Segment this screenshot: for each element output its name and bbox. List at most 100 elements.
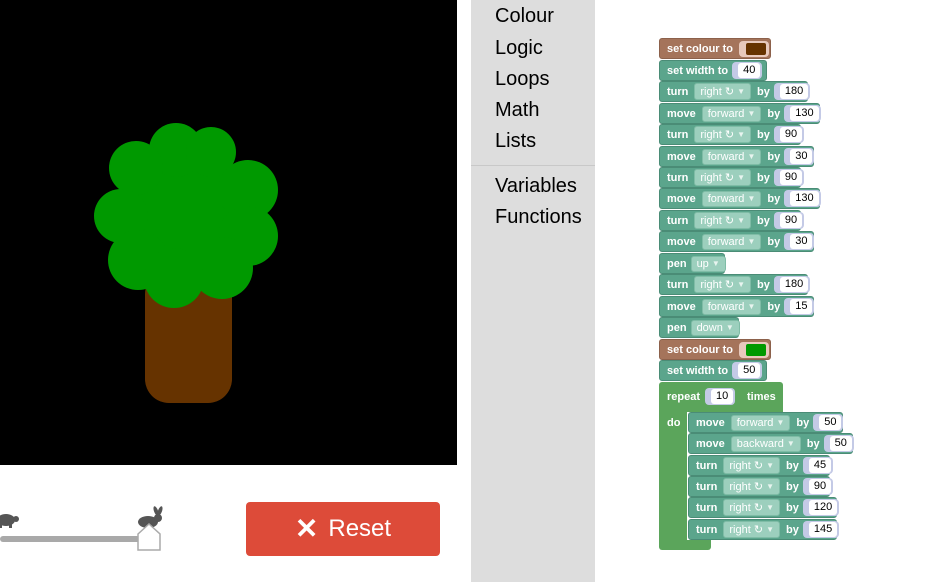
speed-slider-knob[interactable] [136,522,162,552]
turn-block[interactable]: turn right ↻ ▼ by 90 [659,210,805,231]
number-socket[interactable]: 40 [732,62,763,79]
number-field[interactable]: 145 [808,522,838,537]
number-socket[interactable]: 10 [705,388,736,405]
direction-dropdown[interactable]: right ↻ ▼ [694,83,751,100]
turn-block[interactable]: turn right ↻ ▼ by 90 [659,124,805,145]
toolbox-category-logic[interactable]: Logic [495,37,543,60]
number-field[interactable]: 50 [819,415,842,430]
turn-block[interactable]: turn right ↻ ▼ by 90 [659,167,805,188]
number-socket[interactable]: 50 [732,362,763,379]
turn-block[interactable]: turn right ↻ ▼ by 90 [688,476,834,497]
number-socket[interactable]: 50 [823,435,854,452]
toolbox: Colour Logic Loops Math Lists Variables … [471,0,595,582]
move-block[interactable]: move forward ▼ by 130 [659,188,821,209]
chevron-down-icon: ▼ [766,503,774,512]
direction-dropdown[interactable]: right ↻ ▼ [723,457,780,474]
number-field[interactable]: 180 [779,277,809,292]
move-block[interactable]: move forward ▼ by 50 [688,412,844,433]
number-socket[interactable]: 15 [784,298,815,315]
number-field[interactable]: 90 [808,479,832,494]
direction-dropdown[interactable]: right ↻ ▼ [694,212,751,229]
turn-block[interactable]: turn right ↻ ▼ by 180 [659,274,811,295]
number-field[interactable]: 30 [790,149,813,164]
pen-block[interactable]: pen down ▼ [659,317,740,338]
pen-dropdown[interactable]: up ▼ [690,255,726,272]
number-socket[interactable]: 90 [773,212,805,229]
direction-dropdown[interactable]: forward ▼ [701,190,762,207]
direction-dropdown[interactable]: right ↻ ▼ [723,521,780,538]
direction-dropdown[interactable]: right ↻ ▼ [723,478,780,495]
pen-dropdown[interactable]: down ▼ [690,319,740,336]
direction-dropdown[interactable]: forward ▼ [701,298,762,315]
colour-picker[interactable] [739,341,770,358]
direction-dropdown[interactable]: right ↻ ▼ [694,276,751,293]
number-field[interactable]: 40 [738,63,761,78]
block-keyword: by [796,416,810,429]
turn-block[interactable]: turn right ↻ ▼ by 45 [688,455,834,476]
number-socket[interactable]: 180 [773,276,811,293]
move-block[interactable]: move forward ▼ by 30 [659,231,815,252]
move-block[interactable]: move forward ▼ by 130 [659,103,821,124]
turn-block[interactable]: turn right ↻ ▼ by 145 [688,519,840,540]
move-block[interactable]: move forward ▼ by 30 [659,146,815,167]
number-field[interactable]: 30 [790,234,813,249]
toolbox-category-colour[interactable]: Colour [495,5,554,28]
number-field[interactable]: 10 [711,389,734,404]
number-field[interactable]: 15 [790,299,813,314]
speed-slider-track[interactable] [0,536,150,542]
number-field[interactable]: 50 [829,436,852,451]
set-width-block[interactable]: set width to 40 [659,60,767,81]
number-socket[interactable]: 130 [784,190,821,207]
turn-block[interactable]: turn right ↻ ▼ by 120 [688,497,840,518]
toolbox-category-math[interactable]: Math [495,99,539,122]
number-field[interactable]: 90 [779,170,803,185]
number-field[interactable]: 50 [738,363,761,378]
number-field[interactable]: 120 [808,500,838,515]
number-field[interactable]: 45 [808,458,832,473]
pen-block[interactable]: pen up ▼ [659,253,726,274]
direction-dropdown[interactable]: forward ▼ [701,105,762,122]
direction-dropdown[interactable]: right ↻ ▼ [694,169,751,186]
direction-dropdown[interactable]: forward ▼ [730,414,791,431]
direction-dropdown[interactable]: right ↻ ▼ [723,499,780,516]
toolbox-category-loops[interactable]: Loops [495,68,550,91]
move-block[interactable]: move backward ▼ by 50 [688,433,854,454]
number-socket[interactable]: 45 [802,457,834,474]
colour-picker[interactable] [739,40,770,57]
block-keyword: turn [667,278,689,291]
number-socket[interactable]: 90 [773,126,805,143]
direction-dropdown[interactable]: backward ▼ [730,435,801,452]
direction-dropdown[interactable]: right ↻ ▼ [694,126,751,143]
set-width-block[interactable]: set width to 50 [659,360,767,381]
block-keyword: by [806,437,820,450]
number-socket[interactable]: 130 [784,105,821,122]
number-field[interactable]: 180 [779,84,809,99]
toolbox-category-variables[interactable]: Variables [495,175,577,198]
number-field[interactable]: 130 [790,106,819,121]
number-socket[interactable]: 120 [802,499,840,516]
turn-block[interactable]: turn right ↻ ▼ by 180 [659,81,811,102]
number-socket[interactable]: 30 [784,233,815,250]
reset-button[interactable]: ✕ Reset [246,502,440,556]
number-socket[interactable]: 90 [773,169,805,186]
block-keyword: by [756,85,770,98]
number-socket[interactable]: 145 [802,521,840,538]
block-keyword: turn [696,459,718,472]
number-field[interactable]: 90 [779,213,803,228]
set-colour-block[interactable]: set colour to [659,38,771,59]
direction-dropdown[interactable]: forward ▼ [701,148,762,165]
number-socket[interactable]: 30 [784,148,815,165]
toolbox-category-functions[interactable]: Functions [495,206,582,229]
move-block[interactable]: move forward ▼ by 15 [659,296,815,317]
direction-dropdown[interactable]: forward ▼ [701,233,762,250]
set-colour-block[interactable]: set colour to [659,339,771,360]
dropdown-value: right ↻ [729,524,764,536]
block-keyword: turn [667,85,689,98]
number-field[interactable]: 90 [779,127,803,142]
number-socket[interactable]: 50 [813,414,844,431]
number-socket[interactable]: 180 [773,83,811,100]
number-field[interactable]: 130 [790,191,819,206]
block-keyword: by [785,459,799,472]
number-socket[interactable]: 90 [802,478,834,495]
toolbox-category-lists[interactable]: Lists [495,130,536,153]
